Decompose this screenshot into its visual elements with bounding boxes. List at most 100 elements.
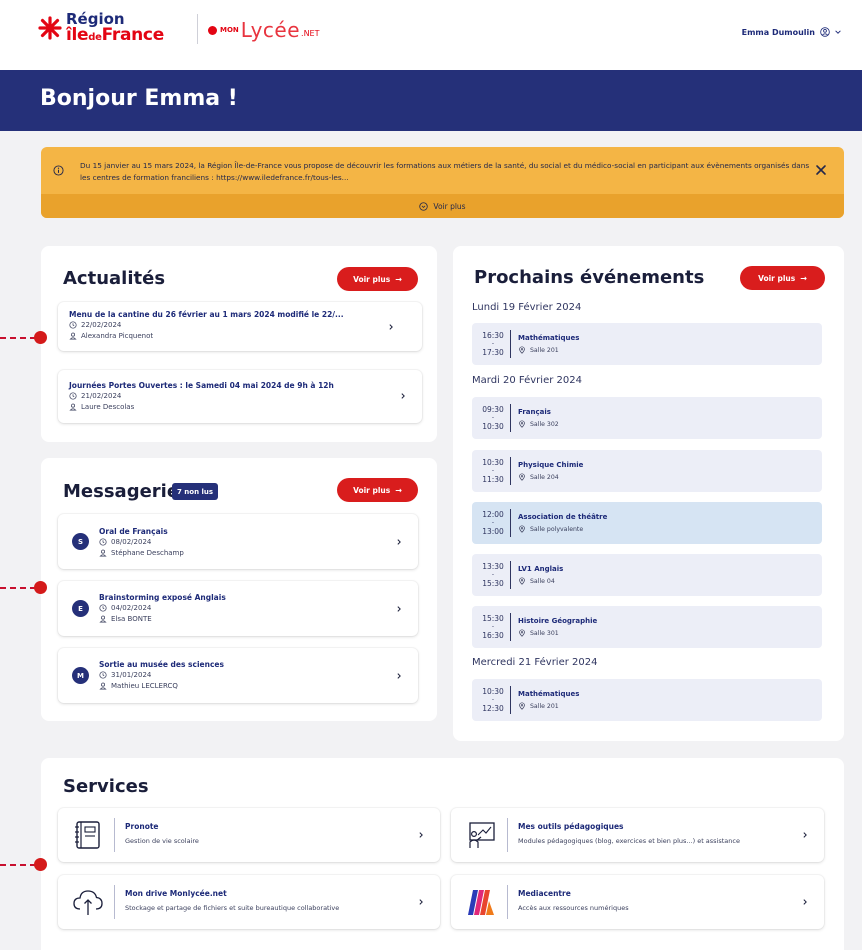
event-divider — [510, 330, 511, 358]
service-title: Pronote — [125, 822, 159, 831]
greeting-title: Bonjour Emma ! — [40, 86, 238, 111]
event-item[interactable]: 09:30-10:30 Français Salle 302 — [472, 397, 822, 439]
news-more-label: Voir plus — [353, 274, 391, 284]
service-outils-pedagogiques[interactable]: Mes outils pédagogiques Modules pédagogi… — [451, 808, 824, 862]
news-item-title: Menu de la cantine du 26 février au 1 ma… — [69, 310, 344, 319]
clock-icon — [99, 538, 107, 546]
service-divider — [114, 885, 115, 919]
event-divider — [510, 561, 511, 589]
event-divider — [510, 404, 511, 432]
monlycee-logo[interactable]: MON Lycée .NET — [208, 20, 320, 40]
service-desc: Gestion de vie scolaire — [125, 837, 199, 845]
message-item-date: 04/02/2024 — [99, 604, 151, 612]
clock-icon — [69, 392, 77, 400]
event-room: Salle 204 — [518, 473, 559, 481]
message-item-author: Mathieu LECLERCQ — [99, 682, 178, 690]
user-menu[interactable]: Emma Dumoulin — [742, 27, 842, 37]
service-title: Mes outils pédagogiques — [518, 822, 624, 831]
chevron-right-icon — [397, 539, 401, 545]
annotation-line — [0, 587, 36, 589]
news-title: Actualités — [63, 268, 166, 289]
clock-icon — [69, 321, 77, 329]
hero-banner: Bonjour Emma ! — [0, 70, 862, 131]
info-icon — [53, 165, 64, 176]
event-room: Salle 201 — [518, 346, 559, 354]
user-name: Emma Dumoulin — [741, 27, 815, 37]
person-icon — [69, 403, 77, 411]
clock-icon — [99, 671, 107, 679]
alert-more-button[interactable]: Voir plus — [41, 194, 844, 218]
events-title: Prochains événements — [474, 267, 705, 288]
location-pin-icon — [519, 702, 525, 710]
chevron-right-icon — [401, 393, 405, 399]
message-item-title: Brainstorming exposé Anglais — [99, 593, 226, 602]
location-pin-icon — [519, 420, 525, 428]
messages-more-button[interactable]: Voir plus → — [337, 478, 418, 502]
event-item[interactable]: 16:30-17:30 Mathématiques Salle 201 — [472, 323, 822, 365]
monlycee-net: .NET — [301, 28, 320, 38]
event-divider — [510, 509, 511, 537]
location-pin-icon — [519, 525, 525, 533]
person-icon — [99, 615, 107, 623]
message-item[interactable]: E Brainstorming exposé Anglais 04/02/202… — [58, 581, 418, 636]
day-label: Lundi 19 Février 2024 — [472, 302, 582, 313]
event-time: 13:30-15:30 — [482, 562, 504, 588]
news-item-author: Alexandra Picquenot — [69, 332, 153, 340]
news-item-date: 22/02/2024 — [69, 321, 121, 329]
news-item[interactable]: Journées Portes Ouvertes : le Samedi 04 … — [58, 370, 422, 423]
service-mediacentre[interactable]: Mediacentre Accès aux ressources numériq… — [451, 875, 824, 929]
avatar: S — [72, 533, 89, 550]
news-item-title: Journées Portes Ouvertes : le Samedi 04 … — [69, 381, 334, 390]
chevron-right-icon — [389, 324, 393, 330]
event-divider — [510, 457, 511, 485]
messages-more-label: Voir plus — [353, 485, 391, 495]
close-icon[interactable] — [815, 164, 827, 176]
events-more-button[interactable]: Voir plus → — [740, 266, 825, 290]
message-item[interactable]: S Oral de Français 08/02/2024 Stéphane D… — [58, 514, 418, 569]
service-desc: Accès aux ressources numériques — [518, 904, 629, 912]
news-item-author: Laure Descolas — [69, 403, 134, 411]
event-time: 12:00-13:00 — [482, 510, 504, 536]
event-title: Français — [518, 408, 551, 416]
avatar: M — [72, 667, 89, 684]
region-logo[interactable]: Région îledeFrance — [38, 12, 164, 44]
person-icon — [99, 682, 107, 690]
event-item[interactable]: 10:30-12:30 Mathématiques Salle 201 — [472, 679, 822, 721]
event-room: Salle 302 — [518, 420, 559, 428]
annotation-dot — [34, 581, 47, 594]
news-card: Actualités Voir plus → Menu de la cantine… — [41, 246, 437, 442]
logo-divider — [197, 14, 198, 44]
top-header: Région îledeFrance MON Lycée .NET Emma D… — [0, 0, 862, 70]
annotation-dot — [34, 858, 47, 871]
event-time: 16:30-17:30 — [482, 331, 504, 357]
service-drive[interactable]: Mon drive Monlycée.net Stockage et parta… — [58, 875, 440, 929]
news-item[interactable]: Menu de la cantine du 26 février au 1 ma… — [58, 302, 422, 351]
event-time: 10:30-12:30 — [482, 687, 504, 713]
chevron-right-icon — [397, 673, 401, 679]
alert-more-label: Voir plus — [433, 201, 466, 211]
monlycee-dot-icon — [208, 25, 217, 35]
event-item[interactable]: 13:30-15:30 LV1 Anglais Salle 04 — [472, 554, 822, 596]
chevron-right-icon — [419, 832, 423, 838]
notebook-icon — [75, 821, 100, 849]
avatar: E — [72, 600, 89, 617]
event-title: Mathématiques — [518, 334, 580, 342]
messages-title: Messagerie — [63, 481, 180, 502]
news-more-button[interactable]: Voir plus → — [337, 267, 418, 291]
event-item-highlighted[interactable]: 12:00-13:00 Association de théâtre Salle… — [472, 502, 822, 544]
location-pin-icon — [519, 346, 525, 354]
news-item-date: 21/02/2024 — [69, 392, 121, 400]
event-divider — [510, 613, 511, 641]
events-more-label: Voir plus — [758, 273, 796, 283]
user-circle-icon — [820, 27, 830, 37]
chevron-right-icon — [397, 606, 401, 612]
message-item[interactable]: M Sortie au musée des sciences 31/01/202… — [58, 648, 418, 703]
event-item[interactable]: 15:30-16:30 Histoire Géographie Salle 30… — [472, 606, 822, 648]
cloud-icon — [73, 890, 103, 915]
service-pronote[interactable]: Pronote Gestion de vie scolaire — [58, 808, 440, 862]
person-icon — [99, 549, 107, 557]
chevron-right-icon — [803, 832, 807, 838]
event-item[interactable]: 10:30-11:30 Physique Chimie Salle 204 — [472, 450, 822, 492]
arrow-right-icon: → — [395, 274, 402, 284]
annotation-dot — [34, 331, 47, 344]
